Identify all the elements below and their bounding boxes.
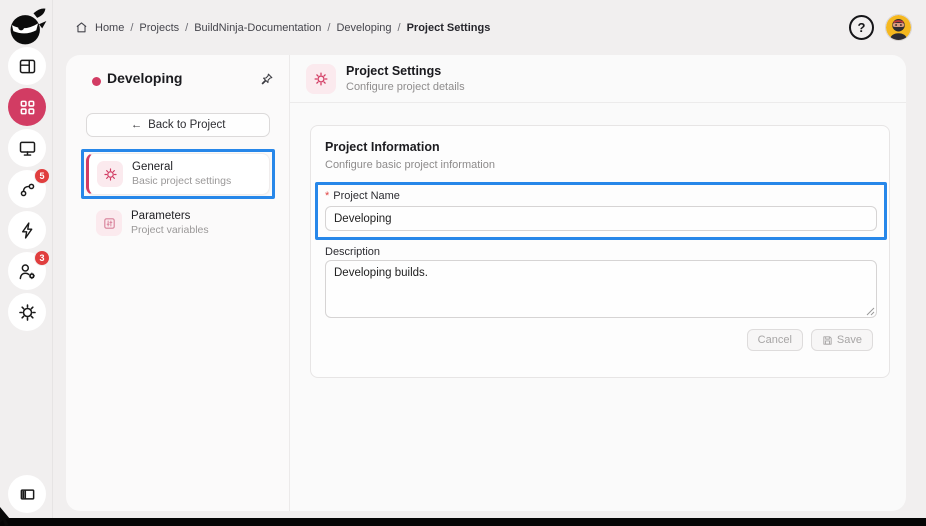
mouse-cursor <box>0 507 10 526</box>
project-name-label: * Project Name <box>325 190 400 202</box>
pin-icon <box>261 73 273 85</box>
card-title: Project Information <box>325 140 440 154</box>
rail-monitor-button[interactable] <box>8 129 46 167</box>
project-sidebar: Developing ← Back to Project General Bas… <box>66 55 290 511</box>
sidebar-item-general[interactable]: General Basic project settings <box>86 153 270 195</box>
buildninja-logo-icon[interactable] <box>6 5 50 49</box>
rail-actions-button[interactable] <box>8 211 46 249</box>
rail-projects-button[interactable] <box>8 88 46 126</box>
rail-users-button[interactable]: 3 <box>8 250 50 290</box>
breadcrumb-separator: / <box>397 21 401 34</box>
actions-bolt-icon <box>21 221 32 239</box>
save-button[interactable]: Save <box>810 329 873 351</box>
sidebar-toggle-icon <box>20 488 34 500</box>
sidebar-item-general-label: General <box>132 161 173 173</box>
icon-rail: 5 3 <box>0 0 53 518</box>
breadcrumb-home[interactable]: Home <box>95 22 124 34</box>
pin-button[interactable] <box>257 71 275 89</box>
projects-grid-icon <box>20 100 34 114</box>
sidebar-item-parameters-description: Project variables <box>131 224 209 236</box>
dashboard-icon <box>19 59 35 73</box>
sidebar-item-parameters-label: Parameters <box>131 210 191 222</box>
save-icon <box>823 335 832 345</box>
back-arrow-icon: ← <box>130 119 143 131</box>
main-panel: Project Settings Configure project detai… <box>290 55 906 511</box>
description-textarea[interactable]: Developing builds. <box>325 260 877 318</box>
breadcrumb-separator: / <box>130 21 134 34</box>
general-gear-icon <box>97 161 123 187</box>
project-name-input[interactable] <box>325 206 877 231</box>
card-subtitle: Configure basic project information <box>325 159 495 171</box>
rail-dashboard-button[interactable] <box>8 47 46 85</box>
pipelines-icon <box>20 183 34 196</box>
app-window: 5 3 Home / Projects / BuildNinja-Documen… <box>0 0 926 526</box>
monitor-icon <box>19 141 35 156</box>
home-icon <box>75 21 88 34</box>
description-label: Description <box>325 246 381 258</box>
users-badge: 3 <box>34 250 50 266</box>
back-button-label: Back to Project <box>148 119 226 131</box>
screen-bottom-edge <box>0 518 926 526</box>
question-mark-icon: ? <box>857 20 866 35</box>
breadcrumb-separator: / <box>327 21 331 34</box>
breadcrumb-project[interactable]: Developing <box>336 22 391 34</box>
top-bar: Home / Projects / BuildNinja-Documentati… <box>53 0 926 55</box>
user-settings-icon <box>19 263 35 279</box>
settings-gear-icon <box>18 303 36 321</box>
help-button[interactable]: ? <box>849 15 874 40</box>
pipelines-badge: 5 <box>34 168 50 184</box>
project-settings-gear-icon <box>306 64 336 94</box>
sidebar-item-general-description: Basic project settings <box>132 175 232 187</box>
rail-settings-button[interactable] <box>8 293 46 331</box>
breadcrumb-current: Project Settings <box>406 21 491 34</box>
rail-pipelines-button[interactable]: 5 <box>8 168 50 208</box>
project-status-dot <box>92 77 101 86</box>
page-subtitle: Configure project details <box>346 81 465 93</box>
project-title: Developing <box>107 70 183 86</box>
user-avatar[interactable] <box>885 14 912 41</box>
required-marker: * <box>325 190 330 202</box>
breadcrumb-separator: / <box>185 21 189 34</box>
back-to-project-button[interactable]: ← Back to Project <box>86 113 270 137</box>
breadcrumb-projects[interactable]: Projects <box>139 22 179 34</box>
avatar-ninja-icon <box>886 15 911 40</box>
page-header: Project Settings Configure project detai… <box>290 55 906 103</box>
cancel-button[interactable]: Cancel <box>746 329 803 351</box>
breadcrumb-root-project[interactable]: BuildNinja-Documentation <box>194 22 321 34</box>
breadcrumb: Home / Projects / BuildNinja-Documentati… <box>75 21 490 34</box>
project-header: Developing <box>66 55 289 107</box>
sidebar-item-parameters[interactable]: Parameters Project variables <box>86 204 270 242</box>
parameters-icon <box>96 210 122 236</box>
project-information-card: Project Information Configure basic proj… <box>310 125 890 378</box>
page-title: Project Settings <box>346 64 442 78</box>
